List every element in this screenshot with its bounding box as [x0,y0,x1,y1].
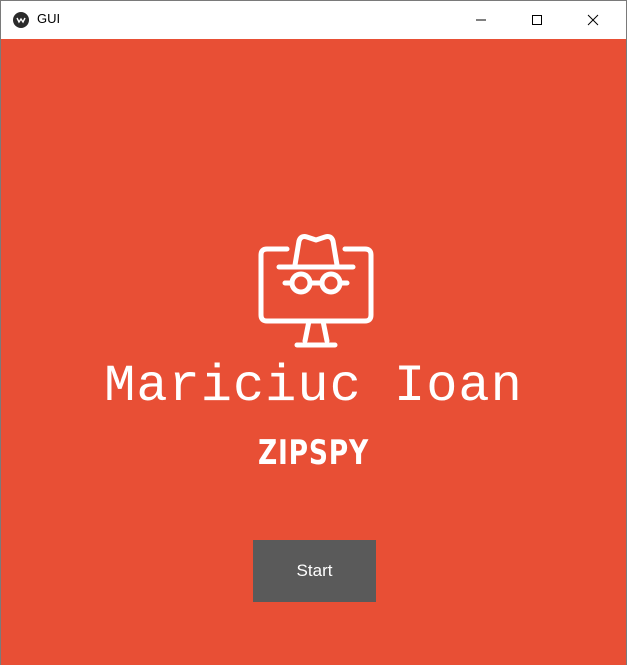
window-title: GUI [37,11,61,26]
start-button[interactable]: Start [253,540,376,602]
minimize-button[interactable] [458,1,504,39]
brand-title: ZIPSPY [258,433,369,473]
incognito-monitor-icon [258,234,374,348]
close-button[interactable] [570,1,616,39]
maximize-button[interactable] [514,1,560,39]
title-bar[interactable]: GUI [1,1,626,39]
maximize-icon [532,15,542,25]
minimize-icon [476,19,486,21]
app-window: GUI Mariciuc Ioan ZIPSPY Start [0,0,627,665]
author-name: Mariciuc Ioan [104,357,523,416]
close-icon [587,14,599,26]
main-content: Mariciuc Ioan ZIPSPY Start [1,39,626,665]
app-icon [13,12,29,28]
